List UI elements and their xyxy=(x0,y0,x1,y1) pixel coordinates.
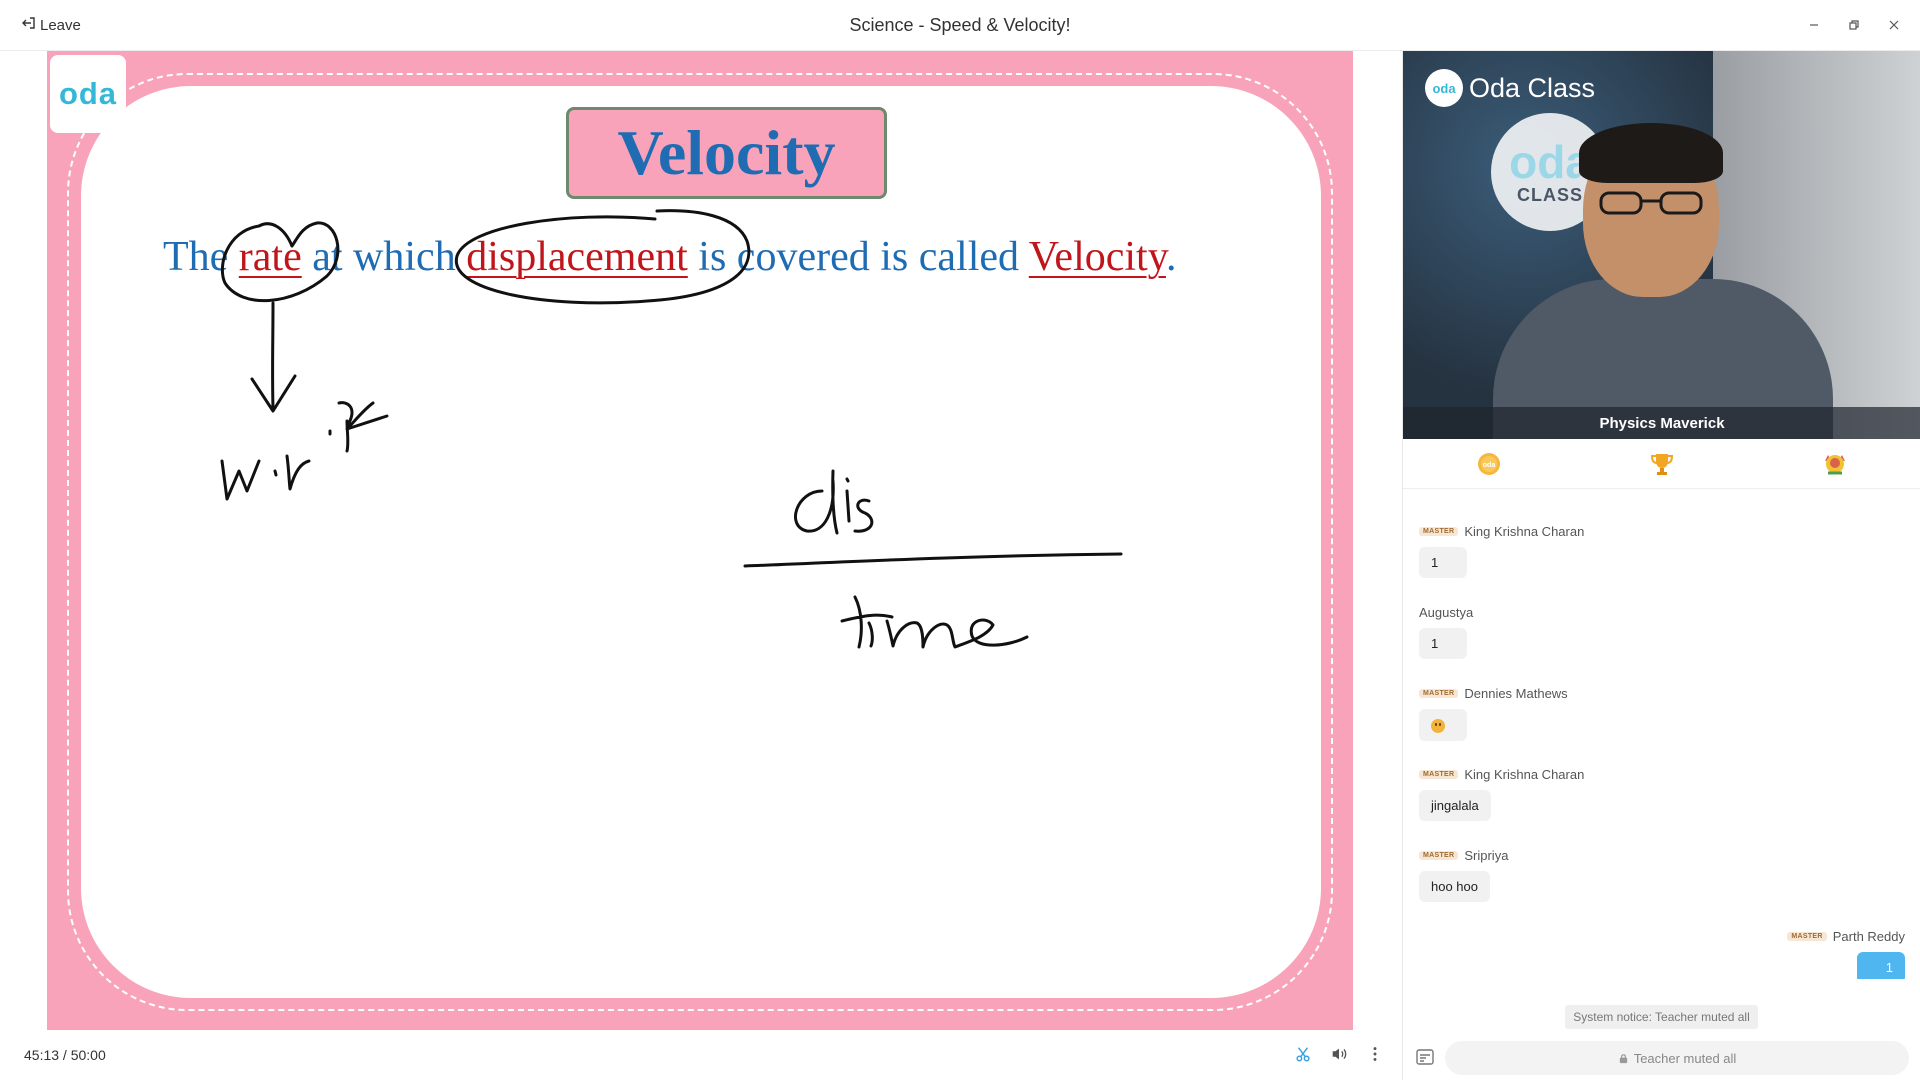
system-notice: System notice: Teacher muted all xyxy=(1403,1005,1920,1029)
teacher-name: Physics Maverick xyxy=(1403,407,1920,439)
heading-box: Velocity xyxy=(566,107,887,199)
sender-name: Augustya xyxy=(1419,604,1474,620)
minimize-icon[interactable] xyxy=(1803,14,1825,36)
sentence-term-displacement: displacement xyxy=(466,234,688,280)
smile-emoji-icon xyxy=(1431,718,1445,733)
oda-logo: oda xyxy=(50,55,126,133)
chat-message: Augustya 1 xyxy=(1419,604,1473,659)
right-panel: oda Oda Class oda CLASS Physics Maverick… xyxy=(1402,51,1920,1080)
whiteboard-stage: oda Velocity The rate at which displacem… xyxy=(0,51,1402,1030)
chat-coin-icon[interactable]: oda xyxy=(1476,451,1502,477)
timer-separator: / xyxy=(59,1047,71,1063)
message-bubble: 1 xyxy=(1419,628,1467,659)
sentence-term-velocity: Velocity xyxy=(1028,234,1166,280)
system-notice-text: System notice: Teacher muted all xyxy=(1565,1005,1758,1029)
sentence-term-rate: rate xyxy=(238,234,302,280)
message-bubble: hoo hoo xyxy=(1419,871,1490,902)
video-brand: oda Oda Class xyxy=(1425,69,1595,107)
trophy-icon[interactable] xyxy=(1649,451,1675,477)
brand-badge: oda xyxy=(1425,69,1463,107)
elapsed-time: 45:13 xyxy=(24,1047,60,1063)
message-bubble: jingalala xyxy=(1419,790,1491,821)
badge-icon[interactable] xyxy=(1822,451,1848,477)
wall-logo-bottom: CLASS xyxy=(1516,184,1583,205)
glasses-icon xyxy=(1599,191,1703,215)
scissors-icon[interactable] xyxy=(1293,1044,1313,1064)
chat-message: MASTER King Krishna Charan jingalala xyxy=(1419,766,1584,821)
restore-icon[interactable] xyxy=(1843,14,1865,36)
sentence-period: . xyxy=(1166,234,1177,280)
master-badge: MASTER xyxy=(1419,769,1459,779)
panel-tabs: oda xyxy=(1403,439,1920,489)
definition-sentence: The rate at which displacement is covere… xyxy=(163,233,1177,281)
brand-text: Oda Class xyxy=(1469,72,1596,103)
class-timer: 45:13 / 50:00 xyxy=(24,1047,106,1063)
lock-icon xyxy=(1619,1053,1627,1063)
more-options-icon[interactable] xyxy=(1365,1044,1385,1064)
sender-name: Sripriya xyxy=(1464,847,1509,863)
sentence-word-at-which: at which xyxy=(301,234,467,280)
window-title: Science - Speed & Velocity! xyxy=(849,15,1071,35)
total-time: 50:00 xyxy=(70,1047,106,1063)
volume-icon[interactable] xyxy=(1329,1044,1349,1064)
notes-icon[interactable] xyxy=(1415,1047,1435,1067)
chat-message: MASTER Sripriya hoo hoo xyxy=(1419,847,1508,902)
bottom-bar: 45:13 / 50:00 xyxy=(0,1030,1402,1080)
sender-name: King Krishna Charan xyxy=(1464,766,1585,782)
master-badge: MASTER xyxy=(1419,850,1459,860)
master-badge: MASTER xyxy=(1787,931,1827,941)
slide-white-area xyxy=(81,86,1321,998)
own-message-bubble: 1 xyxy=(1857,952,1905,979)
chat-message: MASTER King Krishna Charan 1 xyxy=(1419,523,1584,578)
title-bar: Leave Science - Speed & Velocity! xyxy=(0,0,1920,51)
chat-input[interactable]: Teacher muted all xyxy=(1445,1041,1909,1075)
slide: oda Velocity The rate at which displacem… xyxy=(47,51,1353,1030)
chat-input-placeholder: Teacher muted all xyxy=(1633,1050,1737,1066)
sender-name: Dennies Mathews xyxy=(1464,685,1568,701)
chat-input-bar: Teacher muted all xyxy=(1403,1039,1920,1081)
sentence-word-the: The xyxy=(163,234,239,280)
chat-message: MASTER Dennies Mathews xyxy=(1419,685,1568,741)
own-chat-message: MASTER Parth Reddy 1 xyxy=(1787,928,1905,979)
svg-text:oda: oda xyxy=(1483,462,1496,469)
sentence-word-is-covered: is covered is called xyxy=(687,234,1029,280)
chat-list: MASTER King Krishna Charan 1 Augustya 1 M… xyxy=(1403,489,1920,979)
message-bubble: 1 xyxy=(1419,547,1467,578)
message-bubble xyxy=(1419,709,1467,741)
teacher-video: oda Oda Class oda CLASS Physics Maverick xyxy=(1403,51,1920,439)
sender-name: King Krishna Charan xyxy=(1464,523,1585,539)
close-icon[interactable] xyxy=(1883,14,1905,36)
teacher-hair xyxy=(1579,123,1723,183)
slide-heading: Velocity xyxy=(617,117,836,188)
sender-name: Parth Reddy xyxy=(1832,928,1905,944)
master-badge: MASTER xyxy=(1419,526,1459,536)
master-badge: MASTER xyxy=(1419,688,1459,698)
